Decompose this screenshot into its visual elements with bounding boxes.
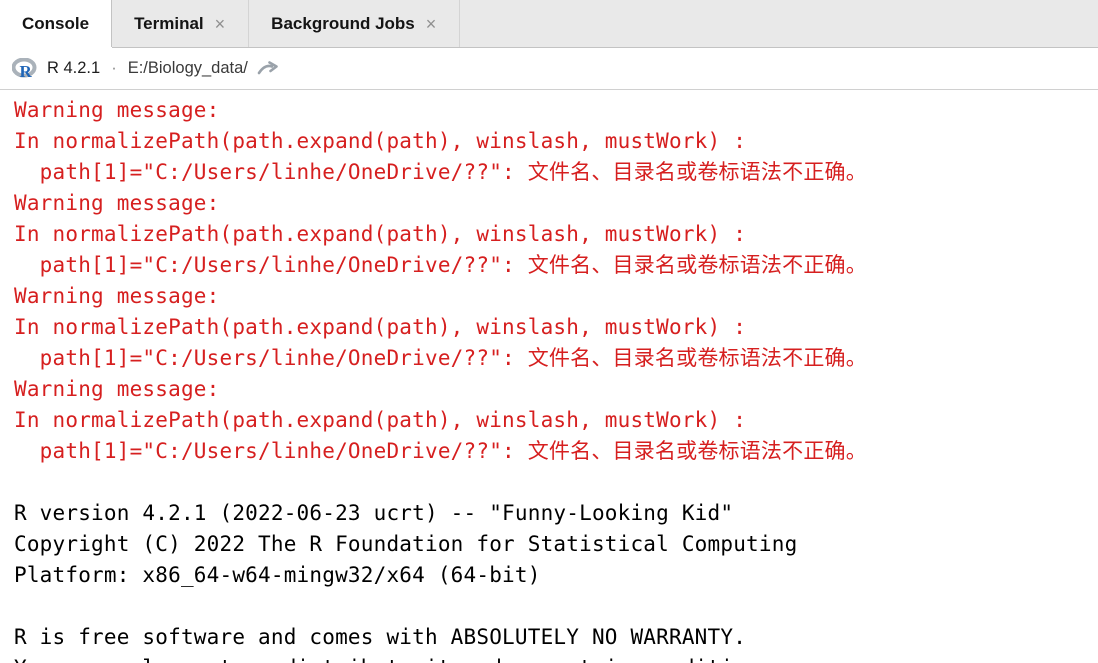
console-line: path[1]="C:/Users/linhe/OneDrive/??": 文件…	[14, 250, 1098, 281]
close-icon[interactable]: ×	[425, 15, 438, 33]
console-line: Platform: x86_64-w64-mingw32/x64 (64-bit…	[14, 560, 1098, 591]
console-line	[14, 467, 1098, 498]
console-line: R is free software and comes with ABSOLU…	[14, 622, 1098, 653]
console-line: path[1]="C:/Users/linhe/OneDrive/??": 文件…	[14, 436, 1098, 467]
close-icon[interactable]: ×	[214, 15, 227, 33]
r-version-label: R 4.2.1	[47, 59, 100, 78]
console-line: Warning message:	[14, 188, 1098, 219]
tab-console[interactable]: Console	[0, 0, 112, 47]
console-line	[14, 591, 1098, 622]
console-line: path[1]="C:/Users/linhe/OneDrive/??": 文件…	[14, 157, 1098, 188]
tab-terminal[interactable]: Terminal ×	[112, 0, 249, 47]
tab-background-jobs[interactable]: Background Jobs ×	[249, 0, 460, 47]
console-header: R R 4.2.1 · E:/Biology_data/	[0, 48, 1098, 90]
console-line: In normalizePath(path.expand(path), wins…	[14, 312, 1098, 343]
console-line: In normalizePath(path.expand(path), wins…	[14, 126, 1098, 157]
console-line: Warning message:	[14, 281, 1098, 312]
tab-background-jobs-label: Background Jobs	[271, 14, 415, 34]
console-line: You are welcome to redistribute it under…	[14, 653, 1098, 663]
console-line: In normalizePath(path.expand(path), wins…	[14, 405, 1098, 436]
svg-text:R: R	[20, 62, 33, 79]
separator-dot: ·	[109, 59, 119, 78]
console-line: path[1]="C:/Users/linhe/OneDrive/??": 文件…	[14, 343, 1098, 374]
tab-terminal-label: Terminal	[134, 14, 204, 34]
tab-console-label: Console	[22, 14, 89, 34]
console-line: In normalizePath(path.expand(path), wins…	[14, 219, 1098, 250]
r-logo-icon: R	[12, 58, 38, 79]
console-line: R version 4.2.1 (2022-06-23 ucrt) -- "Fu…	[14, 498, 1098, 529]
goto-directory-arrow-icon[interactable]	[257, 61, 279, 76]
console-line: Warning message:	[14, 374, 1098, 405]
console-line: Copyright (C) 2022 The R Foundation for …	[14, 529, 1098, 560]
console-output[interactable]: Warning message:In normalizePath(path.ex…	[0, 90, 1098, 663]
pane-tab-bar: Console Terminal × Background Jobs ×	[0, 0, 1098, 48]
console-line: Warning message:	[14, 95, 1098, 126]
working-directory-label[interactable]: E:/Biology_data/	[128, 59, 248, 78]
